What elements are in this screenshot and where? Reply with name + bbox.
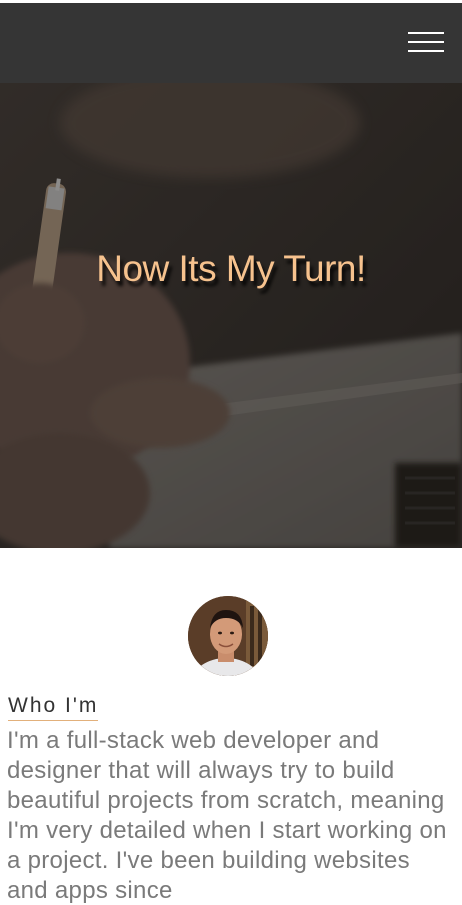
hamburger-menu-icon[interactable] bbox=[408, 32, 444, 54]
hero-section: Now Its My Turn! bbox=[0, 83, 462, 548]
hero-title: Now Its My Turn! bbox=[96, 248, 366, 289]
hero-overlay bbox=[0, 83, 462, 548]
top-navbar bbox=[0, 0, 462, 83]
profile-avatar bbox=[188, 596, 268, 676]
avatar-portrait-image bbox=[188, 596, 268, 676]
menu-line bbox=[408, 50, 444, 52]
about-heading: Who I'm bbox=[8, 694, 99, 721]
about-section: Who I'm I'm a full-stack web developer a… bbox=[0, 548, 462, 905]
page: Now Its My Turn! Who I'm I'm a full-stac… bbox=[0, 0, 462, 905]
about-paragraph: I'm a full-stack web developer and desig… bbox=[7, 727, 447, 904]
menu-line bbox=[408, 32, 444, 34]
menu-line bbox=[408, 41, 444, 43]
